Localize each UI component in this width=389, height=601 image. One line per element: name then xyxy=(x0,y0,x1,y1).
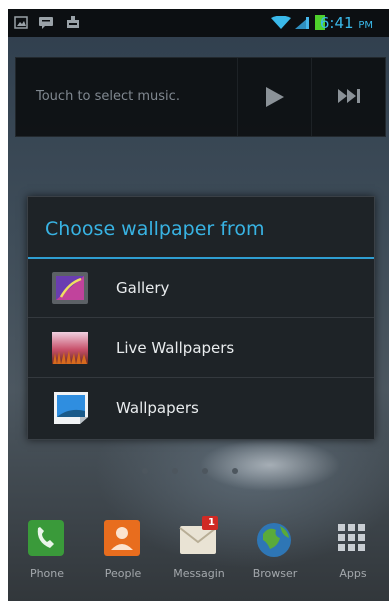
next-track-icon[interactable] xyxy=(338,89,362,103)
left-margin xyxy=(0,0,8,601)
page-dot xyxy=(232,468,238,474)
page-dot xyxy=(142,468,148,474)
option-live-wallpapers[interactable]: Live Wallpapers xyxy=(28,319,374,378)
wallpaper-chooser-dialog: Choose wallpaper from Gallery Live Wallp… xyxy=(27,196,375,440)
status-time: 6:41 PM xyxy=(319,14,373,32)
app-label: Phone xyxy=(29,567,65,580)
top-margin xyxy=(0,0,389,9)
status-bar: 6:41 PM xyxy=(8,9,389,37)
page-dot xyxy=(172,468,178,474)
option-wallpapers[interactable]: Wallpapers xyxy=(28,379,374,438)
dock-app-browser[interactable]: Browser xyxy=(248,512,302,600)
unread-badge: 1 xyxy=(208,517,215,528)
dialog-title: Choose wallpaper from xyxy=(45,218,265,240)
phone-icon xyxy=(28,520,64,556)
gallery-icon xyxy=(52,272,88,304)
apps-icon xyxy=(338,524,365,551)
dock-app-phone[interactable]: Phone xyxy=(20,512,74,600)
dock-app-apps[interactable]: Apps xyxy=(326,512,380,600)
app-label: Apps xyxy=(339,567,367,580)
download-notification-icon xyxy=(67,16,79,28)
wallpapers-icon xyxy=(54,392,88,424)
option-gallery[interactable]: Gallery xyxy=(28,259,374,318)
dock-app-messaging[interactable]: 1 Messagin xyxy=(172,512,226,600)
option-label: Live Wallpapers xyxy=(116,339,235,357)
people-icon xyxy=(104,520,140,556)
item-divider xyxy=(28,377,374,378)
item-divider xyxy=(28,317,374,318)
browser-icon xyxy=(257,523,291,557)
page-dot xyxy=(202,468,208,474)
app-label: Browser xyxy=(252,567,298,580)
wifi-icon xyxy=(271,16,291,29)
home-screen: 6:41 PM Touch to select music. Choose wa… xyxy=(0,0,389,601)
app-label: Messagin xyxy=(173,567,225,580)
music-divider xyxy=(311,58,312,136)
option-label: Gallery xyxy=(116,279,170,297)
page-indicator xyxy=(122,468,282,476)
live-wallpapers-icon xyxy=(52,332,88,364)
dock-app-people[interactable]: People xyxy=(96,512,150,600)
message-notification-icon xyxy=(39,17,53,29)
music-prompt[interactable]: Touch to select music. xyxy=(36,89,180,104)
app-dock: Phone People 1 Messagin Browser Apps xyxy=(8,512,389,600)
screenshot-icon xyxy=(14,16,28,29)
music-divider xyxy=(237,58,238,136)
music-widget[interactable]: Touch to select music. xyxy=(15,57,386,137)
option-label: Wallpapers xyxy=(116,399,199,417)
signal-icon xyxy=(295,17,309,29)
app-label: People xyxy=(104,567,142,580)
play-icon[interactable] xyxy=(266,87,284,107)
